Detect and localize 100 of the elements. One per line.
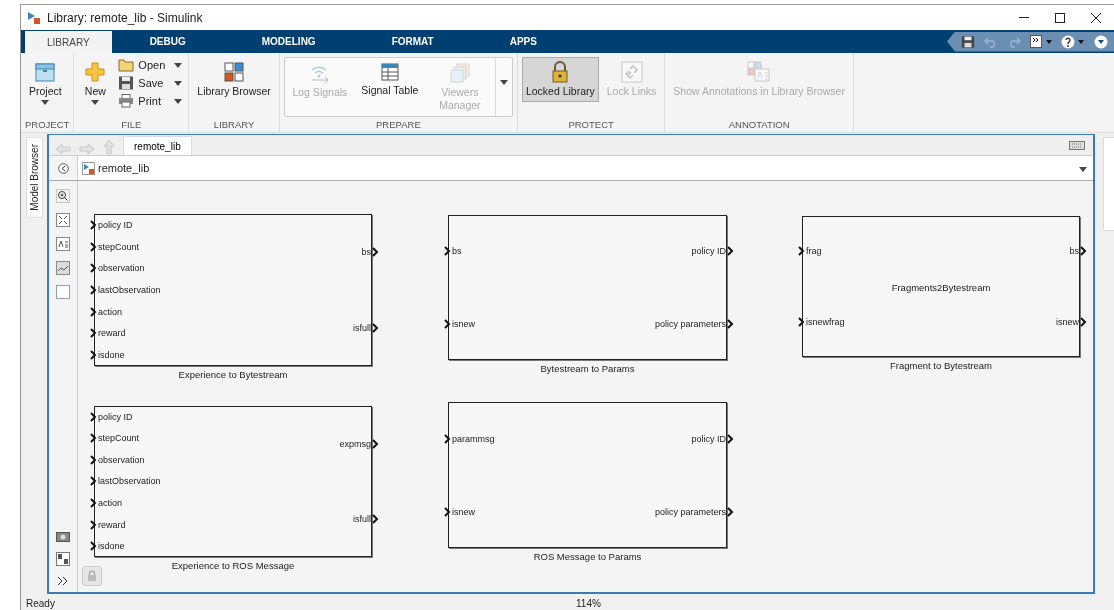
ribbon-tab[interactable]: DEBUG (111, 30, 224, 53)
annotation-icon (747, 61, 772, 83)
output-port-icon (372, 514, 379, 525)
input-port-icon (90, 411, 97, 422)
group-label: ANNOTATION (727, 119, 791, 132)
camera-icon[interactable] (56, 530, 70, 542)
padlock-icon (87, 570, 97, 582)
port-label: bs (452, 246, 462, 257)
windows-icon (448, 62, 471, 84)
dropdown-caret-icon (1079, 167, 1087, 172)
port-label: reward (98, 519, 126, 530)
ribbon-button[interactable]: Print (116, 93, 185, 109)
help-icon[interactable] (1061, 34, 1085, 49)
output-port-icon (727, 433, 734, 444)
input-port-icon (444, 246, 451, 257)
output-port-icon (727, 506, 734, 517)
double-chevron-icon[interactable] (57, 576, 69, 586)
block-name: ROS Message to Params (532, 551, 643, 562)
ribbon-tab[interactable]: MODELING (223, 30, 354, 53)
port-label: policy ID (691, 433, 726, 444)
output-port-icon (727, 246, 734, 257)
port-label: observation (98, 263, 145, 274)
port-label: isdone (98, 541, 125, 552)
ribbon-tab[interactable]: LIBRARY (25, 31, 112, 53)
port-label: isnew (452, 318, 475, 329)
input-port-icon (444, 433, 451, 444)
shortcut-icon[interactable] (1030, 34, 1052, 49)
input-port-icon (90, 350, 97, 361)
subsystem-block[interactable] (94, 214, 372, 366)
input-port-icon (90, 284, 97, 295)
port-label: isnew (452, 506, 475, 517)
subsystem-block[interactable] (94, 406, 372, 557)
port-label: observation (98, 454, 145, 465)
printer-icon (118, 94, 135, 108)
model-icon (82, 161, 95, 175)
subsystem-block[interactable] (448, 215, 727, 360)
hide-panel-icon[interactable] (57, 162, 69, 174)
fit-view-icon[interactable] (56, 213, 70, 227)
link-icon (620, 61, 643, 83)
input-port-icon (90, 498, 97, 509)
ribbon-button[interactable]: New (78, 57, 113, 109)
output-port-icon (1080, 246, 1087, 257)
port-label: stepCount (98, 241, 140, 252)
ribbon-tab[interactable]: FORMAT (353, 30, 472, 53)
text-annotation-icon[interactable] (56, 237, 70, 251)
status-text: Ready (26, 597, 55, 609)
gallery-button[interactable]: Signal Table (354, 58, 425, 116)
ribbon-button[interactable]: Open (116, 57, 185, 73)
input-port-icon (90, 306, 97, 317)
ribbon-button[interactable]: Locked Library (521, 57, 599, 102)
port-label: isnewfrag (806, 316, 845, 327)
ribbon-button[interactable]: Library Browser (193, 57, 275, 102)
close-icon (1091, 12, 1101, 23)
group-label: PREPARE (375, 119, 422, 132)
port-label: policy ID (98, 411, 133, 422)
group-label: LIBRARY (212, 119, 256, 132)
keyboard-icon[interactable] (1069, 140, 1085, 150)
grid-icon (223, 61, 246, 83)
port-label: bs (1069, 246, 1079, 257)
ribbon-button[interactable]: Project (25, 57, 66, 109)
input-port-icon (798, 246, 805, 257)
window-title: Library: remote_lib - Simulink (47, 10, 203, 25)
output-port-icon (372, 323, 379, 333)
caret-icon (174, 80, 183, 86)
port-label: stepCount (98, 433, 140, 444)
port-label: policy ID (691, 246, 726, 257)
input-port-icon (90, 454, 97, 465)
ribbon-button[interactable]: Save (116, 75, 185, 91)
image-icon[interactable] (56, 261, 70, 275)
block-name: Experience to ROS Message (170, 560, 296, 571)
port-label: isfull (353, 514, 371, 525)
caret-icon (499, 80, 508, 85)
ribbon-tab[interactable]: APPS (471, 30, 575, 53)
port-label: isdone (98, 350, 125, 361)
output-port-icon (727, 318, 734, 329)
output-port-icon (1080, 316, 1087, 327)
block-name: Fragment to Bytestream (889, 360, 993, 371)
input-port-icon (90, 541, 97, 552)
input-port-icon (90, 328, 97, 339)
panel-icon[interactable] (56, 552, 70, 566)
output-port-icon (372, 247, 379, 257)
input-port-icon (444, 318, 451, 329)
port-label: lastObservation (98, 476, 161, 487)
breadcrumb-path[interactable]: remote_lib (98, 162, 150, 174)
zoom-icon[interactable] (56, 189, 70, 203)
box-icon (34, 61, 57, 83)
plus-icon (84, 61, 107, 83)
rectangle-icon[interactable] (56, 285, 70, 299)
port-label: isnew (1056, 316, 1079, 327)
port-label: lastObservation (98, 284, 161, 295)
port-label: action (98, 498, 123, 509)
subsystem-block[interactable] (448, 402, 727, 548)
collapse-icon[interactable] (1094, 34, 1108, 49)
caret-icon (174, 62, 183, 68)
group-label: FILE (120, 119, 143, 132)
minimize-icon (1019, 17, 1029, 18)
side-tab[interactable]: Model Browser (25, 137, 43, 218)
input-port-icon (444, 506, 451, 517)
group-label: PROTECT (567, 119, 615, 132)
editor-tab[interactable]: remote_lib (123, 136, 192, 155)
